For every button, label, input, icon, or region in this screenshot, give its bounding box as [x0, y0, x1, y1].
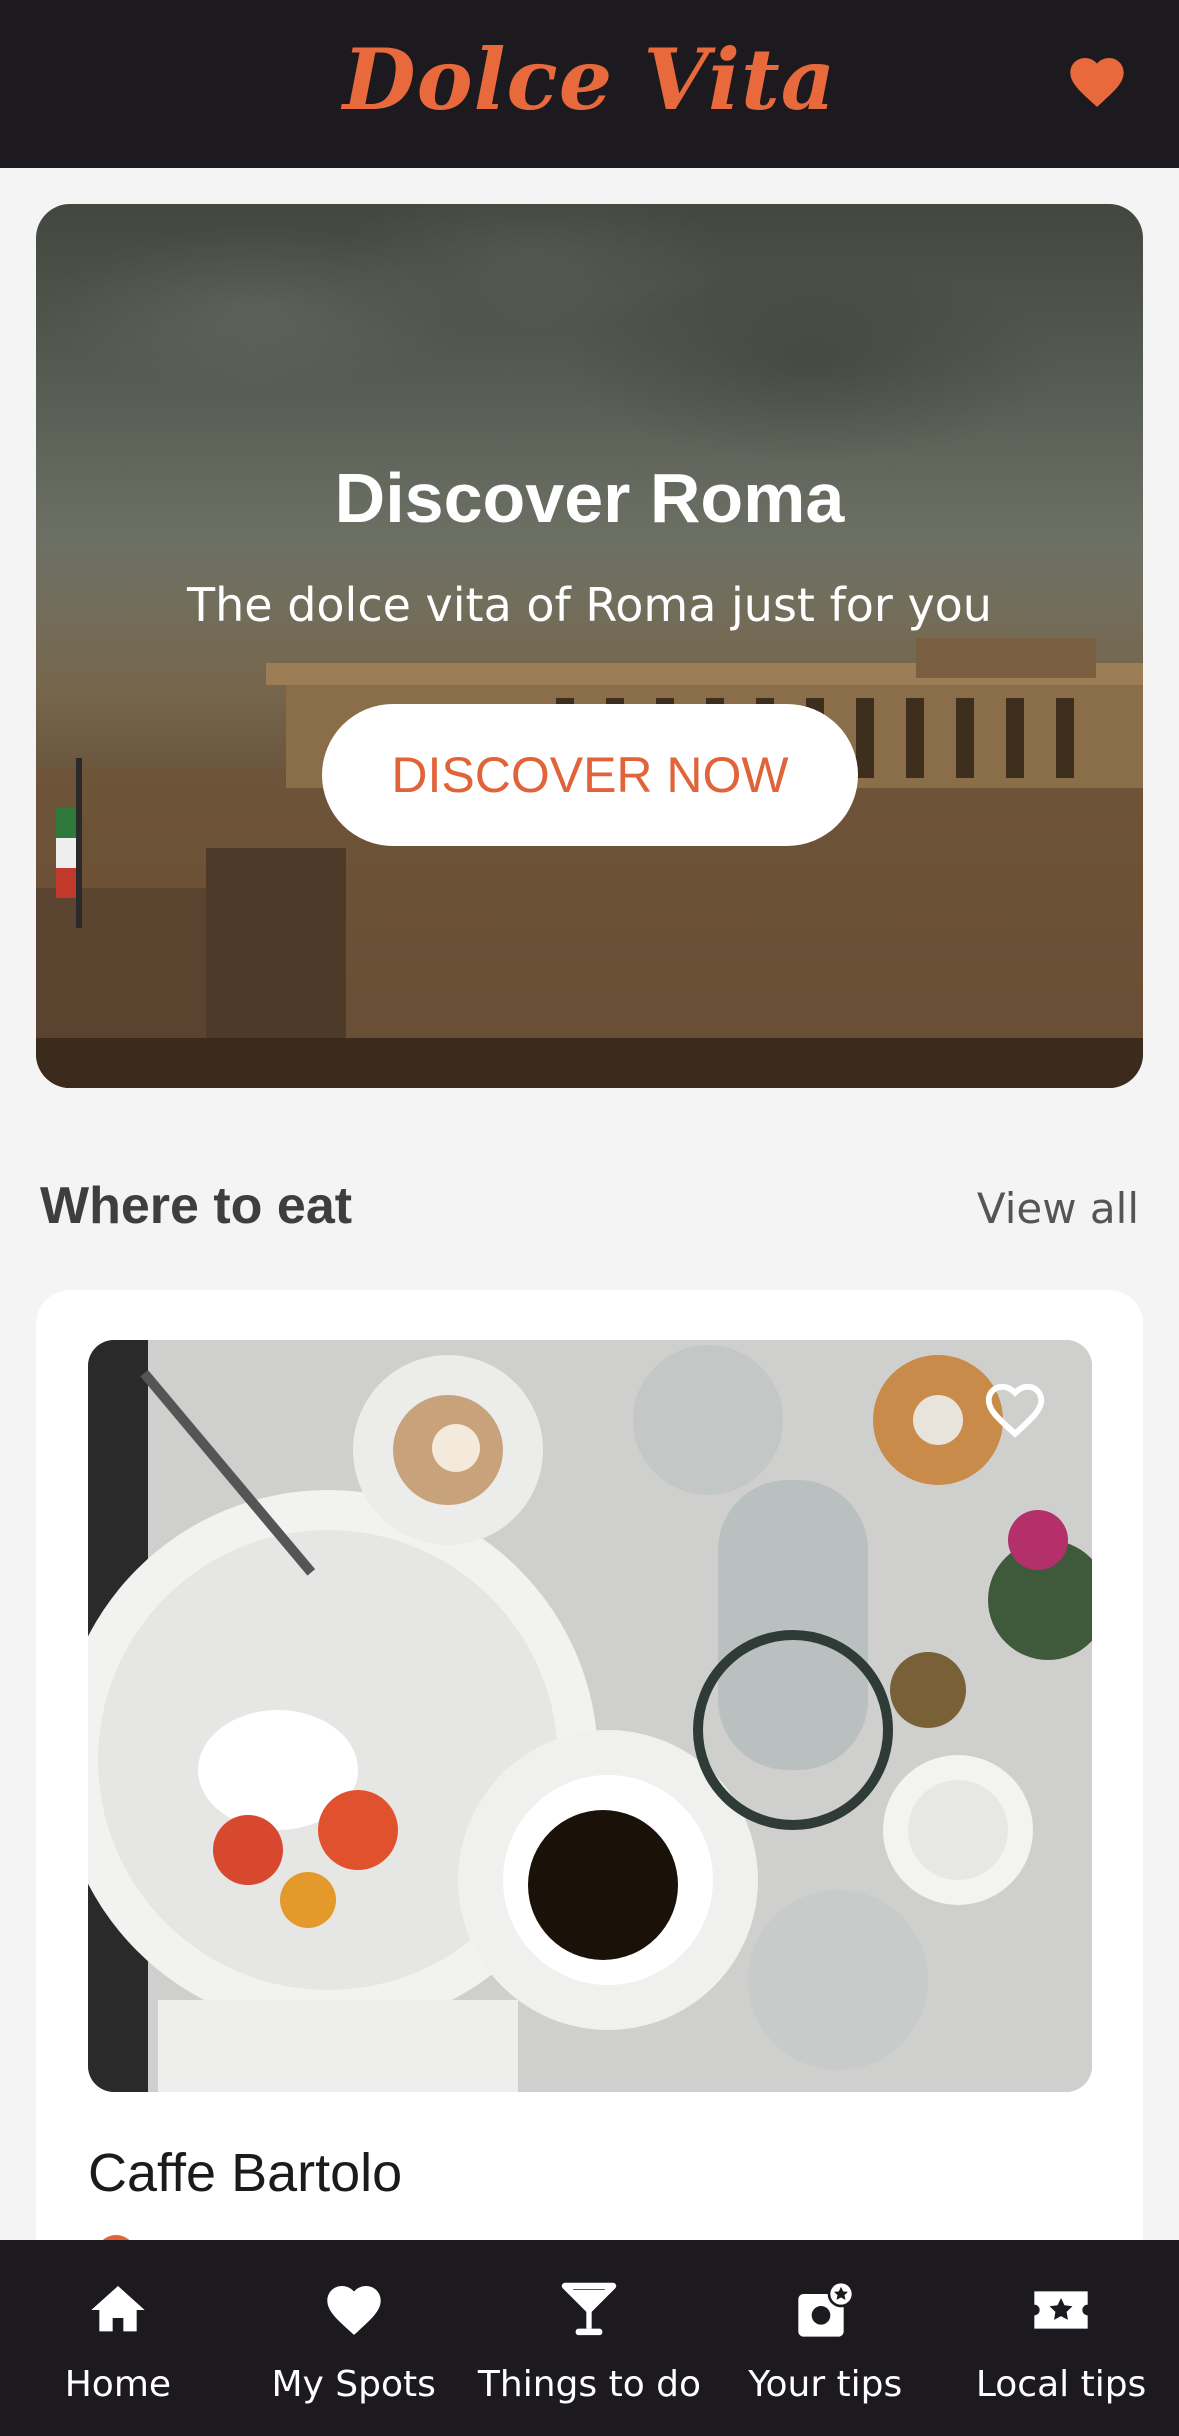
cocktail-glass-icon — [562, 2282, 617, 2336]
nav-label: Home — [64, 2364, 172, 2405]
nav-item-things-to-do[interactable]: Things to do — [472, 2240, 708, 2436]
heart-outline-icon[interactable] — [980, 1374, 1050, 1444]
app-logo[interactable]: Dolce Vita — [0, 30, 1179, 129]
ticket-star-icon — [1034, 2291, 1088, 2329]
hero-title: Discover Roma — [334, 459, 845, 537]
photo-star-icon — [798, 2280, 855, 2337]
nav-label: Your tips — [748, 2364, 903, 2405]
nav-item-my-spots[interactable]: My Spots — [236, 2240, 472, 2436]
top-app-bar: Dolce Vita — [0, 0, 1179, 168]
hero-banner[interactable]: Discover Roma The dolce vita of Roma jus… — [36, 204, 1143, 1088]
heart-icon — [327, 2286, 381, 2335]
nav-label: Things to do — [477, 2364, 702, 2405]
place-card[interactable]: Caffe Bartolo — [36, 1290, 1143, 2390]
hero-subtitle: The dolce vita of Roma just for you — [187, 578, 992, 632]
place-title[interactable]: Caffe Bartolo — [88, 2142, 402, 2204]
section-title: Where to eat — [40, 1177, 353, 1235]
nav-item-your-tips[interactable]: Your tips — [707, 2240, 943, 2436]
nav-item-local-tips[interactable]: Local tips — [943, 2240, 1179, 2436]
nav-label: Local tips — [975, 2364, 1147, 2405]
bottom-navigation: Home My Spots Things to do Your tips Loc… — [0, 2240, 1179, 2436]
food-table-illustration — [88, 1340, 1092, 2092]
discover-now-button[interactable]: DISCOVER NOW — [322, 704, 858, 846]
view-all-link[interactable]: View all — [977, 1184, 1139, 1233]
place-photo — [88, 1340, 1092, 2092]
nav-item-home[interactable]: Home — [0, 2240, 236, 2436]
home-icon — [91, 2286, 145, 2332]
nav-label: My Spots — [271, 2364, 436, 2405]
heart-icon[interactable] — [1065, 50, 1129, 114]
